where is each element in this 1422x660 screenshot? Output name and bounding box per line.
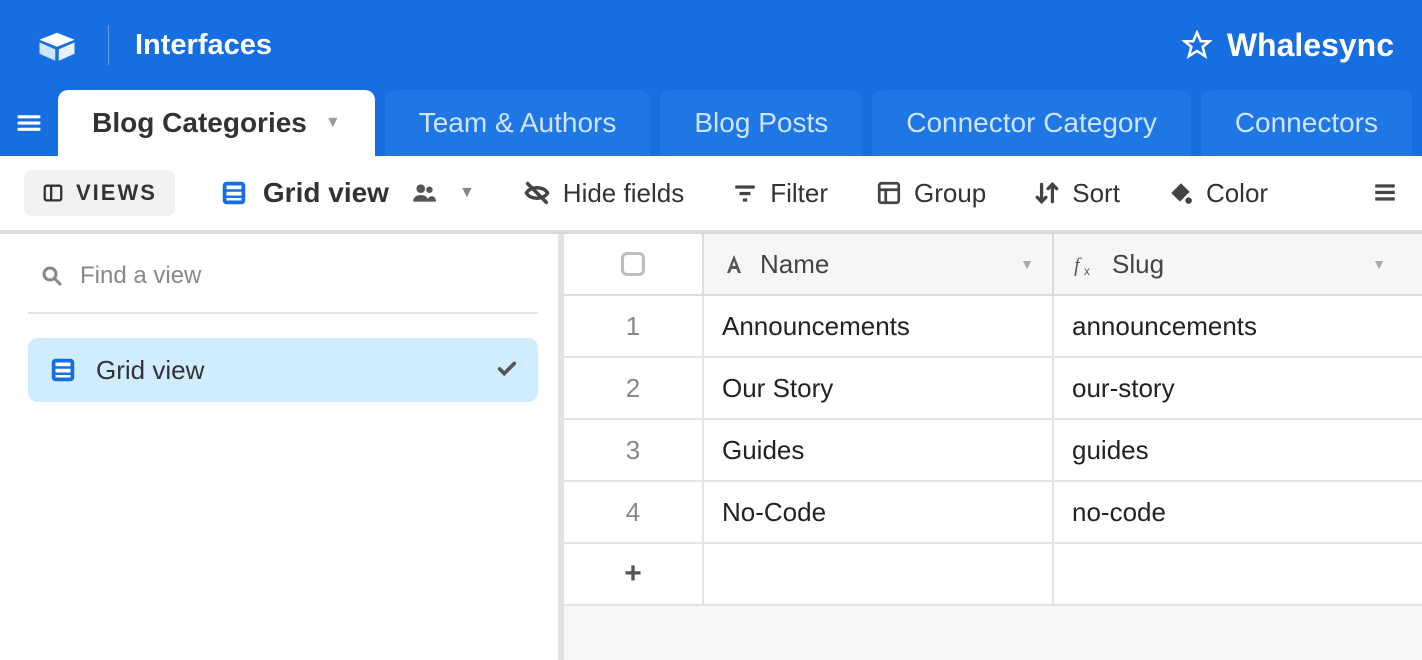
tab-blog-categories[interactable]: Blog Categories ▼ <box>58 90 375 156</box>
empty-cell <box>704 544 1054 604</box>
chevron-down-icon[interactable]: ▼ <box>325 114 341 132</box>
collaborators-icon[interactable] <box>409 180 439 206</box>
row-height-button[interactable] <box>1372 180 1398 206</box>
table-row[interactable]: 3 Guides guides <box>564 420 1422 482</box>
plus-icon: + <box>564 544 704 604</box>
color-label: Color <box>1206 178 1268 209</box>
chevron-down-icon[interactable]: ▼ <box>1372 256 1386 272</box>
tab-label: Blog Categories <box>92 107 307 139</box>
airtable-logo-icon[interactable] <box>36 27 78 63</box>
base-name[interactable]: Whalesync <box>1227 27 1394 64</box>
tab-label: Connectors <box>1235 107 1378 139</box>
tab-blog-posts[interactable]: Blog Posts <box>660 90 862 156</box>
view-toolbar: VIEWS Grid view ▼ Hide fields <box>0 156 1422 234</box>
column-header-name[interactable]: Name ▼ <box>704 234 1054 294</box>
tab-label: Team & Authors <box>419 107 617 139</box>
row-number: 4 <box>564 482 704 542</box>
tab-label: Connector Category <box>906 107 1157 139</box>
current-view-name: Grid view <box>263 177 389 209</box>
tab-team-authors[interactable]: Team & Authors <box>385 90 651 156</box>
cell-name[interactable]: Our Story <box>704 358 1054 418</box>
column-header-slug[interactable]: f x Slug ▼ <box>1054 234 1404 294</box>
find-view-input[interactable]: Find a view <box>28 254 538 314</box>
table-header-row: Name ▼ f x Slug ▼ <box>564 234 1422 296</box>
svg-text:f: f <box>1074 256 1082 277</box>
header-section-title[interactable]: Interfaces <box>135 29 272 62</box>
data-grid: Name ▼ f x Slug ▼ 1 Announcements announ… <box>564 234 1422 660</box>
cell-slug[interactable]: no-code <box>1054 482 1404 542</box>
cell-slug[interactable]: announcements <box>1054 296 1404 356</box>
cell-name[interactable]: Announcements <box>704 296 1054 356</box>
table-row[interactable]: 4 No-Code no-code <box>564 482 1422 544</box>
views-sidebar-toggle[interactable]: VIEWS <box>24 170 175 216</box>
view-list-item-label: Grid view <box>96 355 204 386</box>
table-row[interactable]: 2 Our Story our-story <box>564 358 1422 420</box>
tables-menu-button[interactable] <box>0 90 58 156</box>
view-list-item-grid-view[interactable]: Grid view <box>28 338 538 402</box>
cell-name[interactable]: Guides <box>704 420 1054 480</box>
group-button[interactable]: Group <box>876 178 986 209</box>
checkbox-icon <box>621 252 645 276</box>
filter-label: Filter <box>770 178 828 209</box>
main-area: Find a view Grid view <box>0 234 1422 660</box>
text-field-icon <box>722 252 746 276</box>
svg-text:x: x <box>1084 264 1090 277</box>
find-view-placeholder: Find a view <box>80 262 201 290</box>
group-label: Group <box>914 178 986 209</box>
sidebar-toggle-icon <box>42 182 64 204</box>
check-icon <box>496 355 518 386</box>
chevron-down-icon[interactable]: ▼ <box>459 184 475 202</box>
cell-slug[interactable]: guides <box>1054 420 1404 480</box>
row-number: 2 <box>564 358 704 418</box>
sort-button[interactable]: Sort <box>1034 178 1120 209</box>
tab-connectors[interactable]: Connectors <box>1201 90 1412 156</box>
table-tab-row: Blog Categories ▼ Team & Authors Blog Po… <box>0 90 1422 156</box>
sort-label: Sort <box>1072 178 1120 209</box>
grid-view-icon <box>48 355 78 385</box>
star-icon[interactable] <box>1181 29 1213 61</box>
column-header-label: Slug <box>1112 249 1164 280</box>
color-button[interactable]: Color <box>1168 178 1268 209</box>
column-header-label: Name <box>760 249 829 280</box>
add-row-button[interactable]: + <box>564 544 1422 606</box>
filter-button[interactable]: Filter <box>732 178 828 209</box>
cell-slug[interactable]: our-story <box>1054 358 1404 418</box>
views-panel: Find a view Grid view <box>0 234 558 660</box>
app-header: Interfaces Whalesync <box>0 0 1422 90</box>
hide-fields-button[interactable]: Hide fields <box>523 178 684 209</box>
table-footer-space <box>564 606 1422 660</box>
row-number: 1 <box>564 296 704 356</box>
grid-view-icon <box>219 178 249 208</box>
row-number: 3 <box>564 420 704 480</box>
tab-connector-category[interactable]: Connector Category <box>872 90 1191 156</box>
select-all-cell[interactable] <box>564 234 704 294</box>
views-label: VIEWS <box>76 180 157 206</box>
current-view-picker[interactable]: Grid view ▼ <box>219 177 475 209</box>
cell-name[interactable]: No-Code <box>704 482 1054 542</box>
empty-cell <box>1054 544 1404 604</box>
tab-label: Blog Posts <box>694 107 828 139</box>
formula-field-icon: f x <box>1072 251 1098 277</box>
chevron-down-icon[interactable]: ▼ <box>1020 256 1034 272</box>
table-row[interactable]: 1 Announcements announcements <box>564 296 1422 358</box>
search-icon <box>40 264 64 288</box>
hide-fields-label: Hide fields <box>563 178 684 209</box>
header-divider <box>108 25 109 65</box>
